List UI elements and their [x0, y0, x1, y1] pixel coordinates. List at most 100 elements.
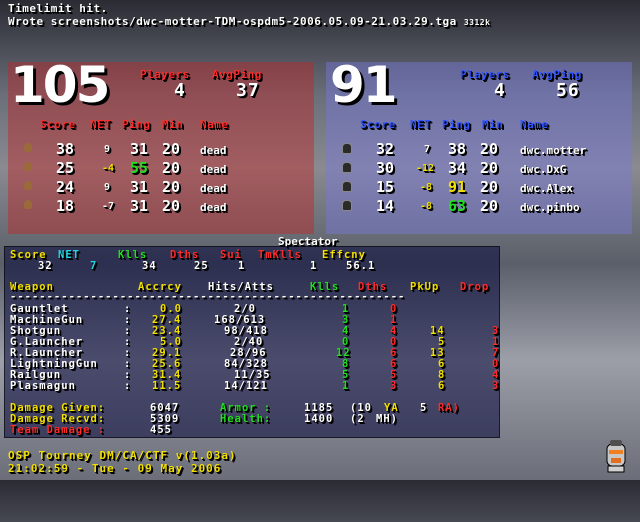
blue-header-net: NET	[410, 118, 432, 131]
weapon-row: Shotgun : 23.4 98/418 4 4 14 3	[10, 325, 498, 337]
stat-value-deaths: 25	[194, 260, 209, 272]
red-players-count: 4	[174, 80, 186, 101]
player-head-icon	[24, 162, 32, 171]
weapon-row: LightningGun : 25.6 84/328 8 6 6 0	[10, 358, 498, 370]
weapon-hits: 14/121	[224, 380, 268, 392]
stat-labels-row: Score NET Klls Dths Sui TmKlls Effcny	[10, 249, 494, 261]
red-player-row: 25 -4 55 20 dead	[22, 159, 312, 177]
console-screenshot-size: 3312k	[463, 18, 491, 27]
weapon-pkup: 6	[438, 380, 446, 392]
blue-header-score: Score	[360, 118, 396, 131]
red-row-ping: 55	[130, 159, 149, 177]
red-avgping-value: 37	[236, 80, 260, 101]
blue-players-count: 4	[494, 80, 506, 101]
blue-row-score: 32	[376, 140, 395, 158]
team-damage-value: 455	[150, 424, 172, 436]
console-line-screenshot: Wrote screenshots/dwc-motter-TDM-ospdm5-…	[8, 15, 490, 29]
blue-avgping-value: 56	[556, 80, 580, 101]
red-team-score: 105	[10, 56, 110, 114]
team-damage-row: Team Damage : 455	[10, 424, 494, 436]
red-row-score: 18	[56, 197, 75, 215]
blue-header-ping: Ping	[442, 118, 471, 131]
blue-row-score: 14	[376, 197, 395, 215]
blue-row-name: dwc.Alex	[520, 182, 573, 195]
red-row-name: dead	[200, 182, 227, 195]
blue-player-row: 30 -12 34 20 dwc.DxG	[340, 159, 630, 177]
red-header-ping: Ping	[122, 118, 151, 131]
player-head-icon	[342, 162, 352, 173]
blue-player-row: 14 -8 63 20 dwc.pinbo	[340, 197, 630, 215]
blue-row-net: -12	[416, 163, 435, 174]
player-head-icon	[342, 143, 352, 154]
stat-values-row: 32 7 34 25 1 1 56.1	[10, 260, 494, 272]
blue-row-score: 30	[376, 159, 395, 177]
damage-given-row: Damage Given: 6047 Armor : 1185 (10 YA 5…	[10, 402, 494, 414]
blue-player-row: 32 7 38 20 dwc.motter	[340, 140, 630, 158]
damage-recvd-row: Damage Recvd: 5309 Health: 1400 (2 MH)	[10, 413, 494, 425]
blue-row-ping: 63	[448, 197, 467, 215]
blue-row-min: 20	[480, 140, 499, 158]
stat-value-kills: 34	[142, 260, 157, 272]
weapon-row: MachineGun : 27.4 168/613 3 1	[10, 314, 494, 326]
blue-player-row: 15 -8 91 20 dwc.Alex	[340, 178, 630, 196]
weapon-name: Plasmagun	[10, 380, 76, 392]
red-row-score: 24	[56, 178, 75, 196]
red-row-min: 20	[162, 159, 181, 177]
blue-row-score: 15	[376, 178, 395, 196]
red-row-ping: 31	[130, 178, 149, 196]
date-time-text: 21:02:59 - Tue - 09 May 2006	[8, 462, 222, 475]
red-row-net: 9	[104, 144, 111, 155]
blue-header-name: Name	[520, 118, 549, 131]
stat-value-effcny: 56.1	[346, 260, 376, 272]
player-head-icon	[342, 200, 352, 211]
blue-row-ping: 38	[448, 140, 467, 158]
blue-row-net: -8	[420, 201, 433, 212]
weapon-separator: ----------------------------------------…	[10, 291, 406, 302]
player-head-icon	[24, 181, 32, 190]
console-messages: Timelimit hit. Wrote screenshots/dwc-mot…	[8, 2, 490, 29]
red-row-min: 20	[162, 197, 181, 215]
mod-version-text: OSP Tourney DM/CA/CTF v(1.03a)	[8, 449, 237, 462]
blue-row-name: dwc.pinbo	[520, 201, 580, 214]
blue-row-net: -8	[420, 182, 433, 193]
blue-row-net: 7	[424, 144, 431, 155]
weapon-colon: :	[124, 380, 132, 392]
stat-value-net: 7	[90, 260, 98, 272]
red-header-score: Score	[40, 118, 76, 131]
blue-header-min: Min	[482, 118, 504, 131]
sarge-head-icon	[604, 438, 628, 474]
game-scene: Timelimit hit. Wrote screenshots/dwc-mot…	[0, 0, 640, 480]
red-row-ping: 31	[130, 140, 149, 158]
blue-row-ping: 34	[448, 159, 467, 177]
stat-value-sui: 1	[238, 260, 246, 272]
weapon-accuracy: 11.5	[152, 380, 182, 392]
weapon-row: Gauntlet : 0.0 2/0 1 0	[10, 303, 494, 315]
team-damage-label: Team Damage :	[10, 424, 106, 436]
blue-row-min: 20	[480, 178, 499, 196]
red-row-net: 9	[104, 182, 111, 193]
blue-row-ping: 91	[448, 178, 467, 196]
red-header-name: Name	[200, 118, 229, 131]
red-row-name: dead	[200, 163, 227, 176]
player-head-icon	[342, 181, 352, 192]
blue-row-name: dwc.motter	[520, 144, 587, 157]
weapon-row: G.Launcher : 5.0 2/40 0 0 5 1	[10, 336, 498, 348]
red-header-net: NET	[90, 118, 112, 131]
red-header-min: Min	[162, 118, 184, 131]
weapon-row: Plasmagun : 11.5 14/121 1 3 6 3	[10, 380, 498, 392]
stat-value-score: 32	[38, 260, 53, 272]
stat-value-tmklls: 1	[310, 260, 318, 272]
red-row-score: 38	[56, 140, 75, 158]
red-row-ping: 31	[130, 197, 149, 215]
weapon-row: Railgun : 31.4 11/35 5 5 8 4	[10, 369, 498, 381]
red-row-min: 20	[162, 140, 181, 158]
red-row-net: -7	[102, 201, 115, 212]
player-head-icon	[24, 200, 32, 209]
spectator-stats-panel: Score NET Klls Dths Sui TmKlls Effcny 32…	[4, 246, 500, 438]
console-line-timelimit: Timelimit hit.	[8, 2, 108, 15]
player-head-icon	[24, 143, 32, 152]
blue-team-score: 91	[330, 56, 398, 114]
weapon-drop: 3	[492, 380, 500, 392]
blue-row-name: dwc.DxG	[520, 163, 567, 176]
red-player-row: 38 9 31 20 dead	[22, 140, 312, 158]
